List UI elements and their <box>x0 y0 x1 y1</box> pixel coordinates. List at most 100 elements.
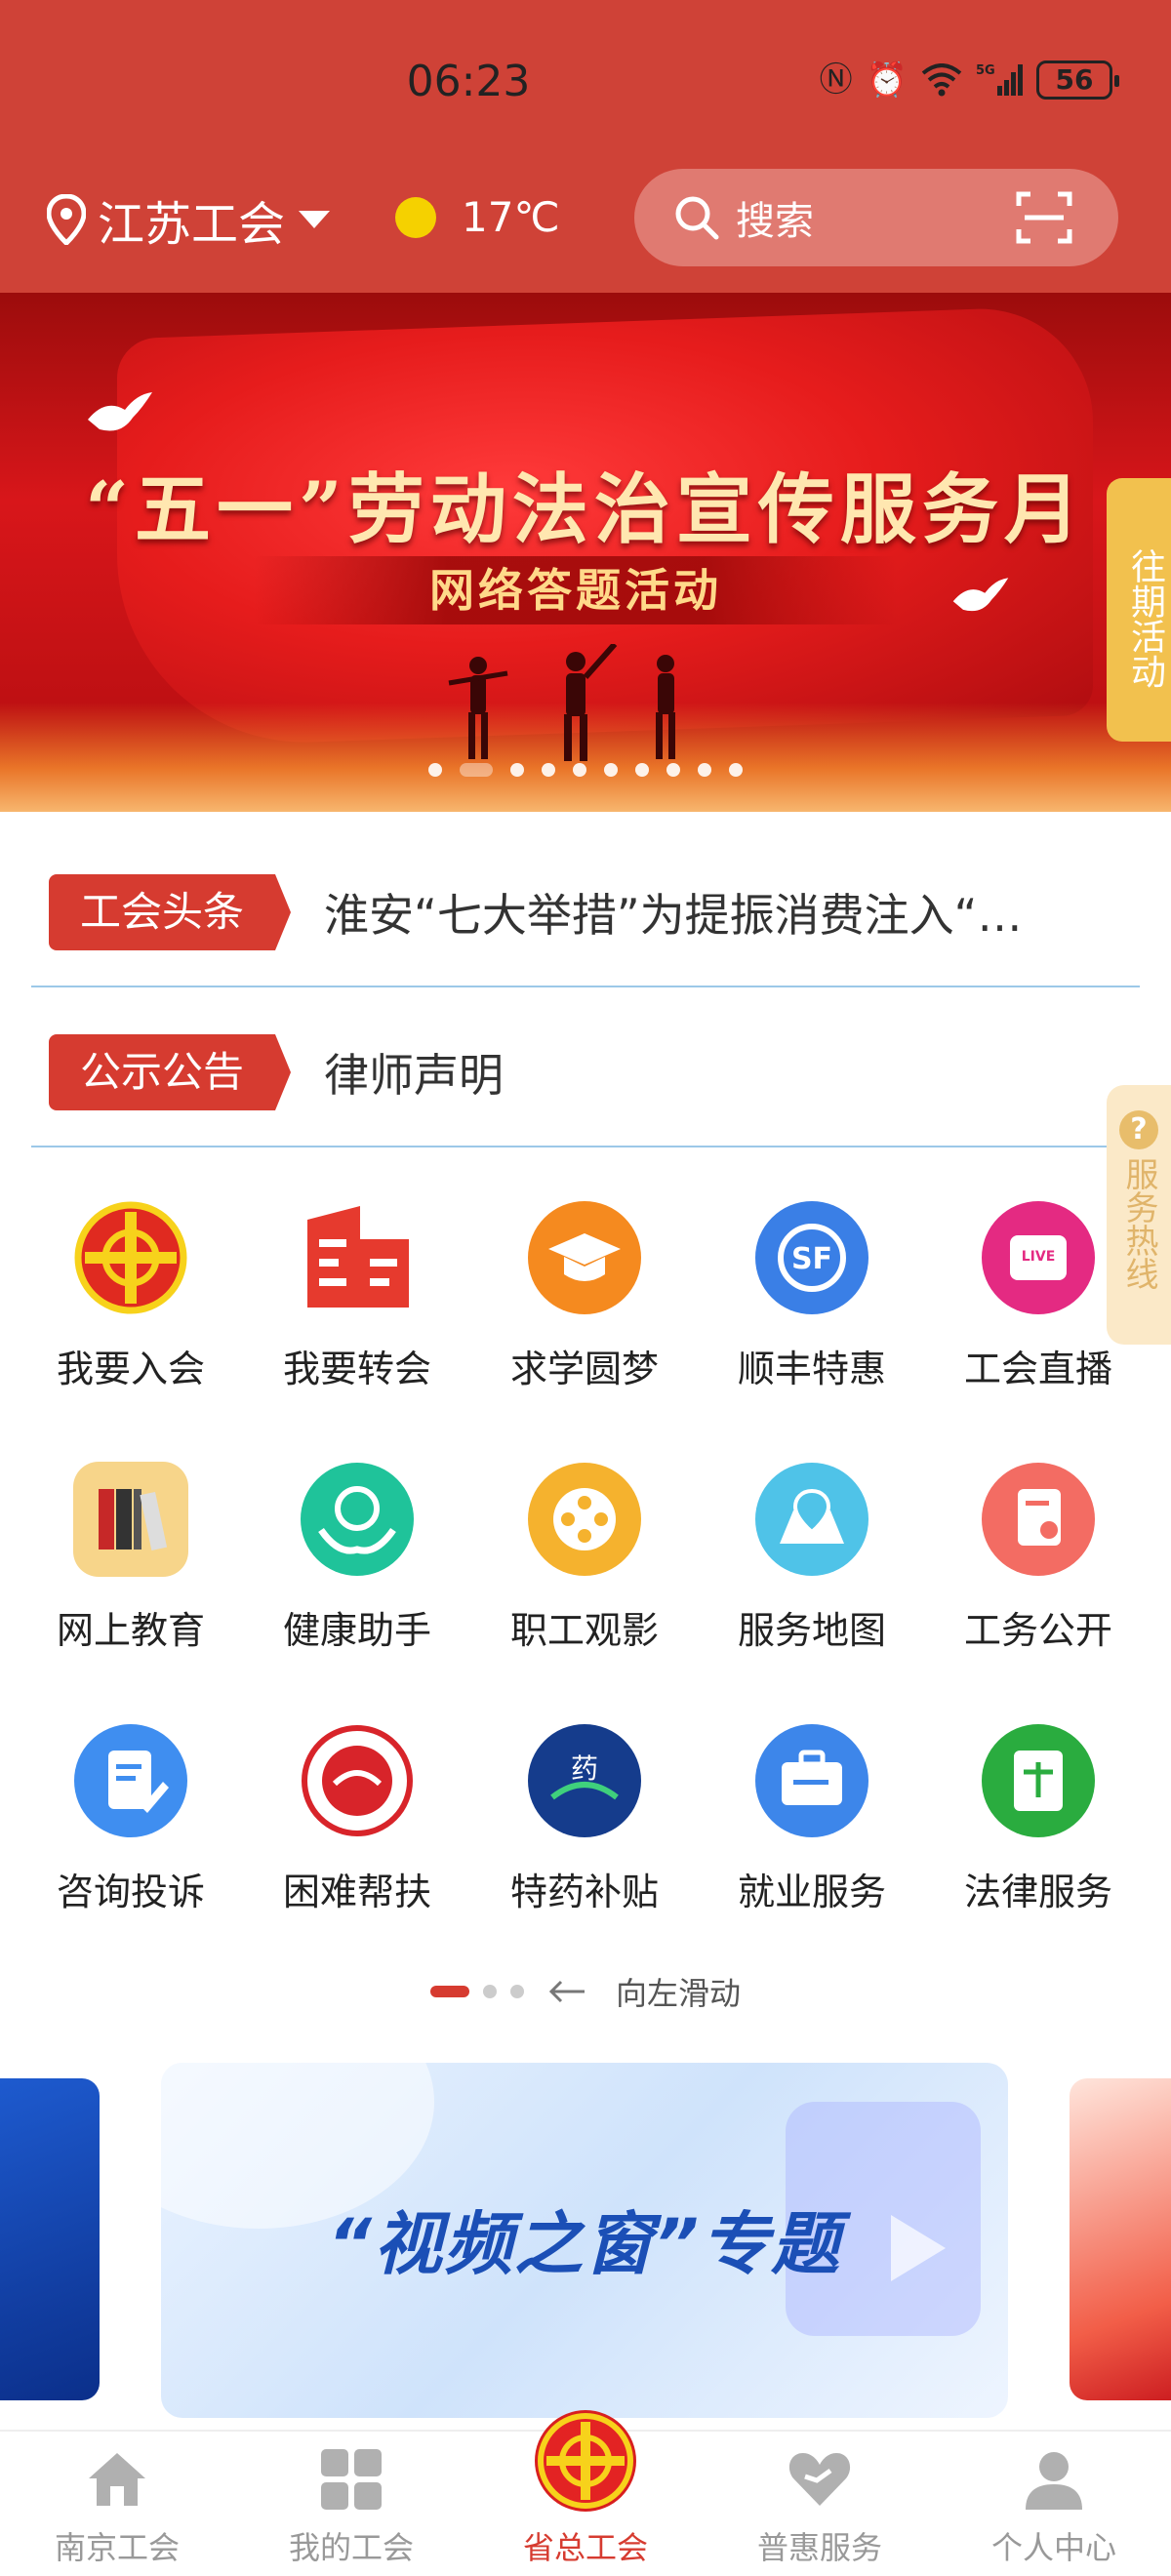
nav-label: 我的工会 <box>288 2529 414 2566</box>
chevron-down-icon <box>299 211 331 228</box>
service-item[interactable]: 咨询投诉 <box>18 1723 244 1948</box>
service-item[interactable]: 职工观影 <box>471 1462 698 1686</box>
app-root: 06:23 Ⓝ ⏰ 5G 56 江苏工会 17℃ 搜索 “五一”劳动法治宣传服务… <box>0 0 1171 2576</box>
service-item[interactable]: 求学圆梦 <box>471 1200 698 1425</box>
video-window-card[interactable]: “视频之窗”专题 <box>161 2063 1008 2418</box>
union-emblem-icon <box>73 1200 188 1315</box>
pager-dot <box>509 1985 524 1998</box>
grid-icon <box>317 2445 385 2514</box>
service-item[interactable]: 困难帮扶 <box>244 1723 470 1948</box>
svg-text:药: 药 <box>571 1752 598 1785</box>
notice-tag: 公示公告 <box>49 1034 291 1110</box>
service-item[interactable]: 法律服务 <box>925 1723 1151 1948</box>
service-label: 服务地图 <box>737 1609 886 1652</box>
books-icon <box>73 1462 188 1577</box>
nav-label: 南京工会 <box>54 2529 180 2566</box>
banner-dots <box>0 763 1171 777</box>
service-item[interactable]: 健康助手 <box>244 1462 470 1686</box>
carousel-card-prev[interactable] <box>0 2078 100 2400</box>
service-label: 网上教育 <box>56 1609 205 1652</box>
assistance-seal-icon <box>300 1723 415 1838</box>
briefcase-icon <box>754 1723 869 1838</box>
status-time: 06:23 <box>406 57 531 106</box>
banner-dot[interactable] <box>510 763 524 777</box>
question-icon: ? <box>1119 1110 1158 1149</box>
live-tv-icon: LIVE <box>981 1200 1096 1315</box>
search-input[interactable]: 搜索 <box>736 189 1015 246</box>
search-icon <box>675 196 719 240</box>
service-label: 求学圆梦 <box>509 1348 659 1390</box>
grid-pager: 向左滑动 <box>0 1969 1171 2014</box>
banner-dot[interactable] <box>729 763 743 777</box>
building-icon <box>300 1200 415 1315</box>
service-item[interactable]: 工务公开 <box>925 1462 1151 1686</box>
location-label: 江苏工会 <box>98 197 286 252</box>
carousel-card-next[interactable] <box>1070 2078 1171 2400</box>
union-emblem-icon[interactable] <box>535 2410 636 2512</box>
service-label: 困难帮扶 <box>282 1871 431 1913</box>
alarm-icon: ⏰ <box>866 60 908 100</box>
service-item[interactable]: LIVE 工会直播 <box>925 1200 1151 1425</box>
film-reel-icon <box>527 1462 642 1577</box>
banner-dot[interactable] <box>460 763 493 777</box>
home-icon <box>83 2445 151 2514</box>
nav-label: 个人中心 <box>990 2529 1116 2566</box>
news-tag: 工会头条 <box>49 874 291 950</box>
svg-text:LIVE: LIVE <box>1022 1249 1056 1265</box>
news-row-headline[interactable]: 工会头条 淮安“七大举措”为提振消费注入“… <box>31 839 1140 987</box>
document-person-icon <box>981 1462 1096 1577</box>
health-hands-icon <box>300 1462 415 1577</box>
service-label: 工会直播 <box>963 1348 1112 1390</box>
location-selector[interactable]: 江苏工会 <box>47 185 331 254</box>
service-label: 就业服务 <box>737 1871 886 1913</box>
nav-item[interactable]: 我的工会 <box>234 2432 468 2576</box>
past-activities-tab[interactable]: 往期活动 <box>1107 478 1171 742</box>
banner-dot[interactable] <box>604 763 618 777</box>
nav-item[interactable]: 南京工会 <box>0 2432 234 2576</box>
svg-text:SF: SF <box>791 1242 832 1276</box>
service-item[interactable]: 服务地图 <box>699 1462 925 1686</box>
banner-dot[interactable] <box>542 763 555 777</box>
service-label: 特药补贴 <box>509 1871 659 1913</box>
banner-dot[interactable] <box>666 763 680 777</box>
pager-dot <box>482 1985 497 1998</box>
banner-dot[interactable] <box>428 763 442 777</box>
law-book-icon <box>981 1723 1096 1838</box>
service-label: 工务公开 <box>963 1609 1112 1652</box>
location-pin-icon <box>47 194 86 245</box>
service-item[interactable]: 药特药补贴 <box>471 1723 698 1948</box>
dove-icon <box>88 392 152 431</box>
scan-icon[interactable] <box>1015 188 1073 247</box>
worker-silhouettes-image <box>448 644 675 761</box>
header: 06:23 Ⓝ ⏰ 5G 56 江苏工会 17℃ 搜索 <box>0 0 1171 293</box>
sun-icon <box>395 196 436 238</box>
sf-express-icon: SF <box>754 1200 869 1315</box>
nav-item[interactable]: 普惠服务 <box>703 2432 937 2576</box>
service-label: 法律服务 <box>963 1871 1112 1913</box>
service-item[interactable]: 我要入会 <box>18 1200 244 1425</box>
banner-dot[interactable] <box>698 763 711 777</box>
search-bar[interactable]: 搜索 <box>634 169 1118 266</box>
service-label: 我要入会 <box>56 1348 205 1390</box>
service-label: 我要转会 <box>282 1348 431 1390</box>
banner-dot[interactable] <box>573 763 586 777</box>
battery-indicator: 56 <box>1036 60 1119 100</box>
banner-dot[interactable] <box>635 763 649 777</box>
service-label: 健康助手 <box>282 1609 431 1652</box>
map-pin-icon <box>754 1462 869 1577</box>
service-label: 职工观影 <box>509 1609 659 1652</box>
banner-carousel[interactable]: “五一”劳动法治宣传服务月 网络答题活动 往期活动 <box>0 293 1171 812</box>
temperature: 17℃ <box>462 193 560 241</box>
service-item[interactable]: 网上教育 <box>18 1462 244 1686</box>
notice-text[interactable]: 律师声明 <box>324 1040 1085 1105</box>
nav-label: 省总工会 <box>522 2529 648 2566</box>
service-item[interactable]: SF 顺丰特惠 <box>699 1200 925 1425</box>
svg-text:5G: 5G <box>976 63 995 78</box>
news-row-notice[interactable]: 公示公告 律师声明 <box>31 999 1140 1147</box>
service-item[interactable]: 我要转会 <box>244 1200 470 1425</box>
nav-item[interactable]: 个人中心 <box>937 2432 1171 2576</box>
pager-dot-active <box>429 1986 469 1997</box>
news-headline-text[interactable]: 淮安“七大举措”为提振消费注入“… <box>324 880 1085 945</box>
service-item[interactable]: 就业服务 <box>699 1723 925 1948</box>
heart-icon <box>786 2445 854 2514</box>
